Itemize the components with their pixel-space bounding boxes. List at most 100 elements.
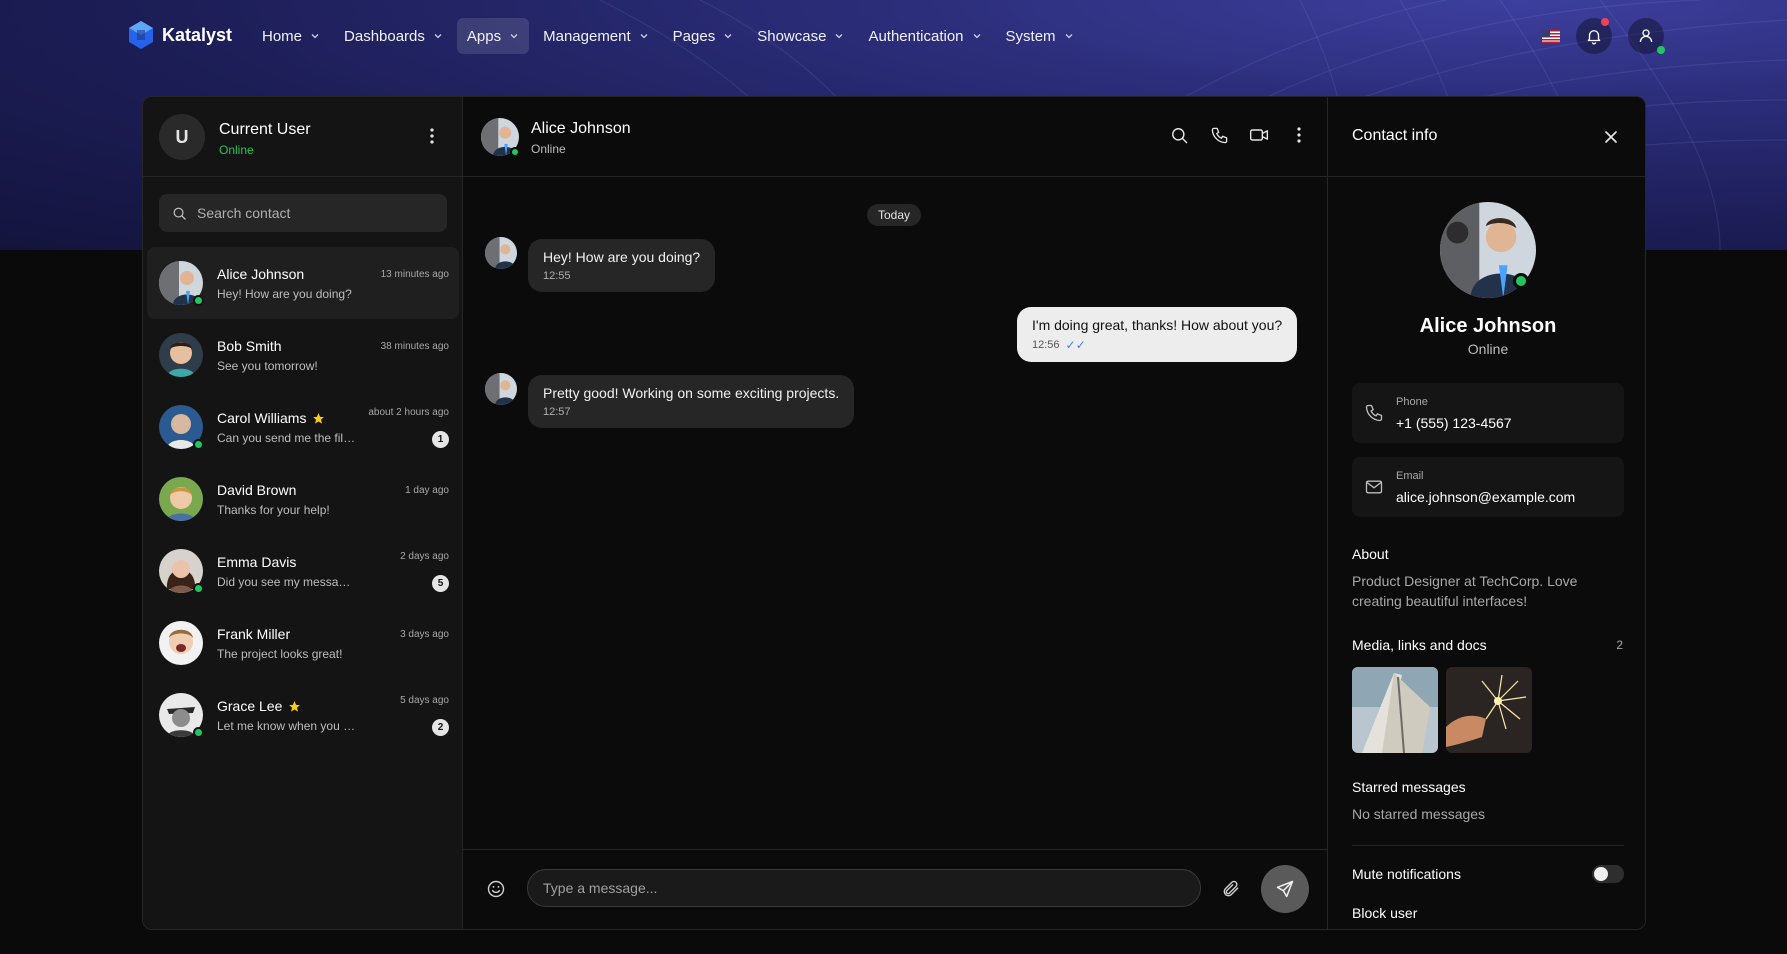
email-card[interactable]: Email alice.johnson@example.com	[1352, 457, 1624, 517]
nav-management-label: Management	[543, 27, 631, 45]
online-indicator	[193, 583, 204, 594]
contact-item-david-brown[interactable]: David Brown Thanks for your help! 1 day …	[147, 463, 459, 535]
contact-info-panel: Contact info Alice Johnson Online Phone …	[1327, 97, 1645, 929]
message-time: 12:56 ✓✓	[1032, 338, 1282, 352]
nav-showcase[interactable]: Showcase	[747, 18, 854, 54]
message-composer	[463, 849, 1327, 929]
contact-list: Alice Johnson Hey! How are you doing? 13…	[147, 247, 459, 751]
current-user-menu-button[interactable]	[422, 126, 442, 146]
message-input[interactable]	[527, 869, 1201, 907]
close-icon	[1605, 131, 1617, 143]
search-icon	[173, 207, 186, 220]
contact-name: Emma Davis	[217, 554, 296, 570]
nav-dashboards-label: Dashboards	[344, 27, 425, 45]
contact-item-bob-smith[interactable]: Bob Smith See you tomorrow! 38 minutes a…	[147, 319, 459, 391]
us-flag-icon[interactable]	[1542, 29, 1560, 43]
emoji-button[interactable]	[486, 879, 506, 899]
contact-time: 38 minutes ago	[380, 341, 449, 352]
contact-name: David Brown	[217, 482, 296, 498]
nav-home-label: Home	[262, 27, 303, 45]
message-time: 12:55	[543, 270, 700, 282]
chevron-down-icon	[835, 34, 843, 39]
email-label: Email	[1396, 470, 1424, 482]
message-bubble-sent[interactable]: I'm doing great, thanks! How about you? …	[1017, 307, 1298, 362]
contact-name: Alice Johnson	[217, 266, 304, 282]
contact-time: about 2 hours ago	[368, 407, 449, 418]
brand-logo[interactable]: Katalyst	[128, 20, 232, 50]
nav-authentication-label: Authentication	[868, 27, 964, 45]
message-text: I'm doing great, thanks! How about you?	[1032, 317, 1283, 333]
contact-last-message: See you tomorrow!	[217, 359, 318, 373]
current-user-status: Online	[219, 143, 254, 157]
message-bubble-received[interactable]: Hey! How are you doing? 12:55	[528, 239, 716, 292]
attach-button[interactable]	[1221, 879, 1241, 899]
voice-call-button[interactable]	[1209, 125, 1229, 145]
nav-pages[interactable]: Pages	[663, 18, 744, 54]
star-icon	[313, 412, 325, 424]
contact-item-grace-lee[interactable]: Grace Lee Let me know when you are free …	[147, 679, 459, 751]
chevron-down-icon	[973, 34, 980, 39]
katalyst-logo-icon	[129, 21, 153, 49]
nav-system-label: System	[1005, 27, 1056, 45]
contact-time: 13 minutes ago	[380, 269, 449, 280]
nav-actions	[1542, 18, 1665, 54]
contact-search[interactable]	[159, 194, 447, 232]
message-text: Pretty good! Working on some exciting pr…	[543, 385, 840, 401]
contact-info-header: Contact info	[1328, 97, 1645, 177]
avatar	[159, 477, 203, 521]
current-user-name: Current User	[219, 121, 311, 138]
nav-showcase-label: Showcase	[757, 27, 827, 45]
contact-item-carol-williams[interactable]: Carol Williams Can you send me the files…	[147, 391, 459, 463]
contact-name-text: Emma Davis	[217, 554, 297, 570]
send-icon	[1276, 880, 1294, 898]
chevron-down-icon	[510, 34, 518, 39]
contact-time: 3 days ago	[400, 629, 449, 640]
main-menu: Home Dashboards Apps Management Pages Sh…	[252, 18, 1084, 54]
nav-apps[interactable]: Apps	[456, 18, 530, 54]
media-title: Media, links and docs	[1352, 637, 1487, 653]
contact-time: 2 days ago	[400, 551, 449, 562]
notifications-button[interactable]	[1576, 18, 1612, 54]
block-user-button[interactable]: Block user	[1352, 905, 1417, 921]
online-indicator	[193, 295, 204, 306]
conversation-menu-button[interactable]	[1289, 125, 1309, 145]
top-navbar: Katalyst Home Dashboards Apps Management…	[0, 0, 1787, 74]
star-icon	[289, 700, 301, 712]
message-time-text: 12:57	[543, 406, 571, 418]
phone-card[interactable]: Phone +1 (555) 123-4567	[1352, 383, 1624, 443]
online-indicator	[193, 439, 204, 450]
chat-partner-name: Alice Johnson	[531, 120, 631, 137]
search-icon	[1171, 127, 1187, 143]
message-bubble-received[interactable]: Pretty good! Working on some exciting pr…	[528, 375, 855, 428]
starred-empty-text: No starred messages	[1352, 806, 1486, 822]
contact-item-alice-johnson[interactable]: Alice Johnson Hey! How are you doing? 13…	[147, 247, 459, 319]
nav-dashboards[interactable]: Dashboards	[334, 18, 453, 54]
contact-profile-status: Online	[1467, 341, 1509, 357]
contact-time: 5 days ago	[400, 695, 449, 706]
search-input[interactable]	[197, 205, 427, 221]
contact-last-message: Did you see my message?	[217, 575, 357, 589]
send-button[interactable]	[1261, 865, 1309, 913]
nav-system[interactable]: System	[996, 18, 1084, 54]
phone-label: Phone	[1396, 396, 1428, 408]
close-contact-info-button[interactable]	[1601, 127, 1621, 147]
contact-item-frank-miller[interactable]: Frank Miller The project looks great! 3 …	[147, 607, 459, 679]
media-thumbnail[interactable]	[1446, 667, 1532, 753]
contacts-panel: U Current User Online Alice Johnson Hey!…	[143, 97, 463, 929]
search-messages-button[interactable]	[1169, 125, 1189, 145]
video-call-button[interactable]	[1249, 125, 1269, 145]
mute-notifications-toggle[interactable]	[1592, 865, 1624, 883]
nav-management[interactable]: Management	[533, 18, 659, 54]
contact-last-message: Hey! How are you doing?	[217, 287, 352, 301]
nav-authentication[interactable]: Authentication	[858, 18, 991, 54]
user-menu-button[interactable]	[1628, 18, 1665, 54]
unread-badge: 2	[432, 719, 449, 736]
contact-name: Frank Miller	[217, 626, 290, 642]
conversation-header: Alice Johnson Online	[463, 97, 1327, 177]
avatar	[159, 333, 203, 377]
nav-home[interactable]: Home	[252, 18, 330, 54]
more-vertical-icon	[1297, 127, 1301, 143]
contact-item-emma-davis[interactable]: Emma Davis Did you see my message? 2 day…	[147, 535, 459, 607]
media-thumbnail[interactable]	[1352, 667, 1438, 753]
online-indicator	[510, 147, 520, 157]
